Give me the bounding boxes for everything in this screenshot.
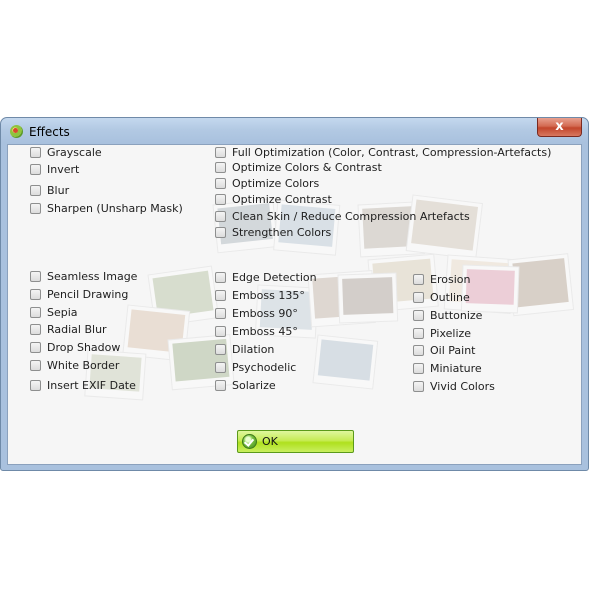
checkbox[interactable] xyxy=(30,359,41,371)
window-title: Effects xyxy=(29,125,70,139)
title-bar[interactable]: Effects x xyxy=(1,118,588,144)
close-button[interactable]: x xyxy=(537,118,582,137)
dialog-content: Grayscale Invert Blur Sharpen (Unsharp M… xyxy=(7,144,582,465)
checkbox[interactable] xyxy=(30,163,41,175)
option-solarize[interactable]: Solarize xyxy=(215,378,276,392)
option-emboss-45[interactable]: Emboss 45° xyxy=(215,324,298,338)
option-oil-paint[interactable]: Oil Paint xyxy=(413,343,476,357)
option-emboss-90[interactable]: Emboss 90° xyxy=(215,306,298,320)
checkbox[interactable] xyxy=(215,210,226,222)
option-dilation[interactable]: Dilation xyxy=(215,342,274,356)
checkbox[interactable] xyxy=(30,202,41,214)
checkbox[interactable] xyxy=(30,379,41,391)
option-emboss-135[interactable]: Emboss 135° xyxy=(215,288,305,302)
checkbox[interactable] xyxy=(413,380,424,392)
option-optimize-colors-contrast[interactable]: Optimize Colors & Contrast xyxy=(215,160,382,174)
checkbox[interactable] xyxy=(30,288,41,300)
option-strengthen-colors[interactable]: Strengthen Colors xyxy=(215,225,331,239)
checkbox[interactable] xyxy=(215,177,226,189)
checkbox[interactable] xyxy=(413,362,424,374)
checkbox[interactable] xyxy=(413,309,424,321)
checkbox[interactable] xyxy=(215,307,226,319)
option-vivid-colors[interactable]: Vivid Colors xyxy=(413,379,495,393)
checkbox[interactable] xyxy=(413,327,424,339)
checkbox[interactable] xyxy=(30,146,41,158)
checkbox[interactable] xyxy=(215,193,226,205)
option-edge-detection[interactable]: Edge Detection xyxy=(215,270,317,284)
checkbox[interactable] xyxy=(215,146,226,158)
checkbox[interactable] xyxy=(215,343,226,355)
option-optimize-contrast[interactable]: Optimize Contrast xyxy=(215,192,332,206)
ok-button-label: OK xyxy=(262,435,278,448)
option-buttonize[interactable]: Buttonize xyxy=(413,308,482,322)
checkbox[interactable] xyxy=(215,325,226,337)
option-blur[interactable]: Blur xyxy=(30,183,69,197)
ok-button[interactable]: OK xyxy=(237,430,354,453)
option-radial-blur[interactable]: Radial Blur xyxy=(30,322,107,336)
checkbox[interactable] xyxy=(215,271,226,283)
checkbox[interactable] xyxy=(215,226,226,238)
option-grayscale[interactable]: Grayscale xyxy=(30,145,102,159)
option-white-border[interactable]: White Border xyxy=(30,358,119,372)
option-sharpen[interactable]: Sharpen (Unsharp Mask) xyxy=(30,201,183,215)
option-invert[interactable]: Invert xyxy=(30,162,79,176)
option-pixelize[interactable]: Pixelize xyxy=(413,326,471,340)
option-outline[interactable]: Outline xyxy=(413,290,470,304)
option-clean-skin[interactable]: Clean Skin / Reduce Compression Artefact… xyxy=(215,209,470,223)
option-pencil-drawing[interactable]: Pencil Drawing xyxy=(30,287,128,301)
photo-app-icon xyxy=(10,125,23,138)
option-drop-shadow[interactable]: Drop Shadow xyxy=(30,340,120,354)
checkbox[interactable] xyxy=(30,306,41,318)
option-seamless-image[interactable]: Seamless Image xyxy=(30,269,137,283)
checkbox[interactable] xyxy=(413,344,424,356)
checkbox[interactable] xyxy=(215,379,226,391)
check-circle-icon xyxy=(242,434,257,449)
option-miniature[interactable]: Miniature xyxy=(413,361,482,375)
checkbox[interactable] xyxy=(215,161,226,173)
option-optimize-colors[interactable]: Optimize Colors xyxy=(215,176,319,190)
option-psychodelic[interactable]: Psychodelic xyxy=(215,360,296,374)
effects-dialog: Effects x Grayscale Invert Blur Sharpen … xyxy=(0,117,589,471)
checkbox[interactable] xyxy=(30,270,41,282)
checkbox[interactable] xyxy=(30,323,41,335)
checkbox[interactable] xyxy=(215,361,226,373)
option-full-optimization[interactable]: Full Optimization (Color, Contrast, Comp… xyxy=(215,145,551,159)
close-icon: x xyxy=(555,119,564,134)
option-sepia[interactable]: Sepia xyxy=(30,305,78,319)
checkbox[interactable] xyxy=(30,341,41,353)
checkbox[interactable] xyxy=(413,273,424,285)
checkbox[interactable] xyxy=(413,291,424,303)
checkbox[interactable] xyxy=(215,289,226,301)
checkbox[interactable] xyxy=(30,184,41,196)
option-insert-exif-date[interactable]: Insert EXIF Date xyxy=(30,378,136,392)
option-erosion[interactable]: Erosion xyxy=(413,272,470,286)
